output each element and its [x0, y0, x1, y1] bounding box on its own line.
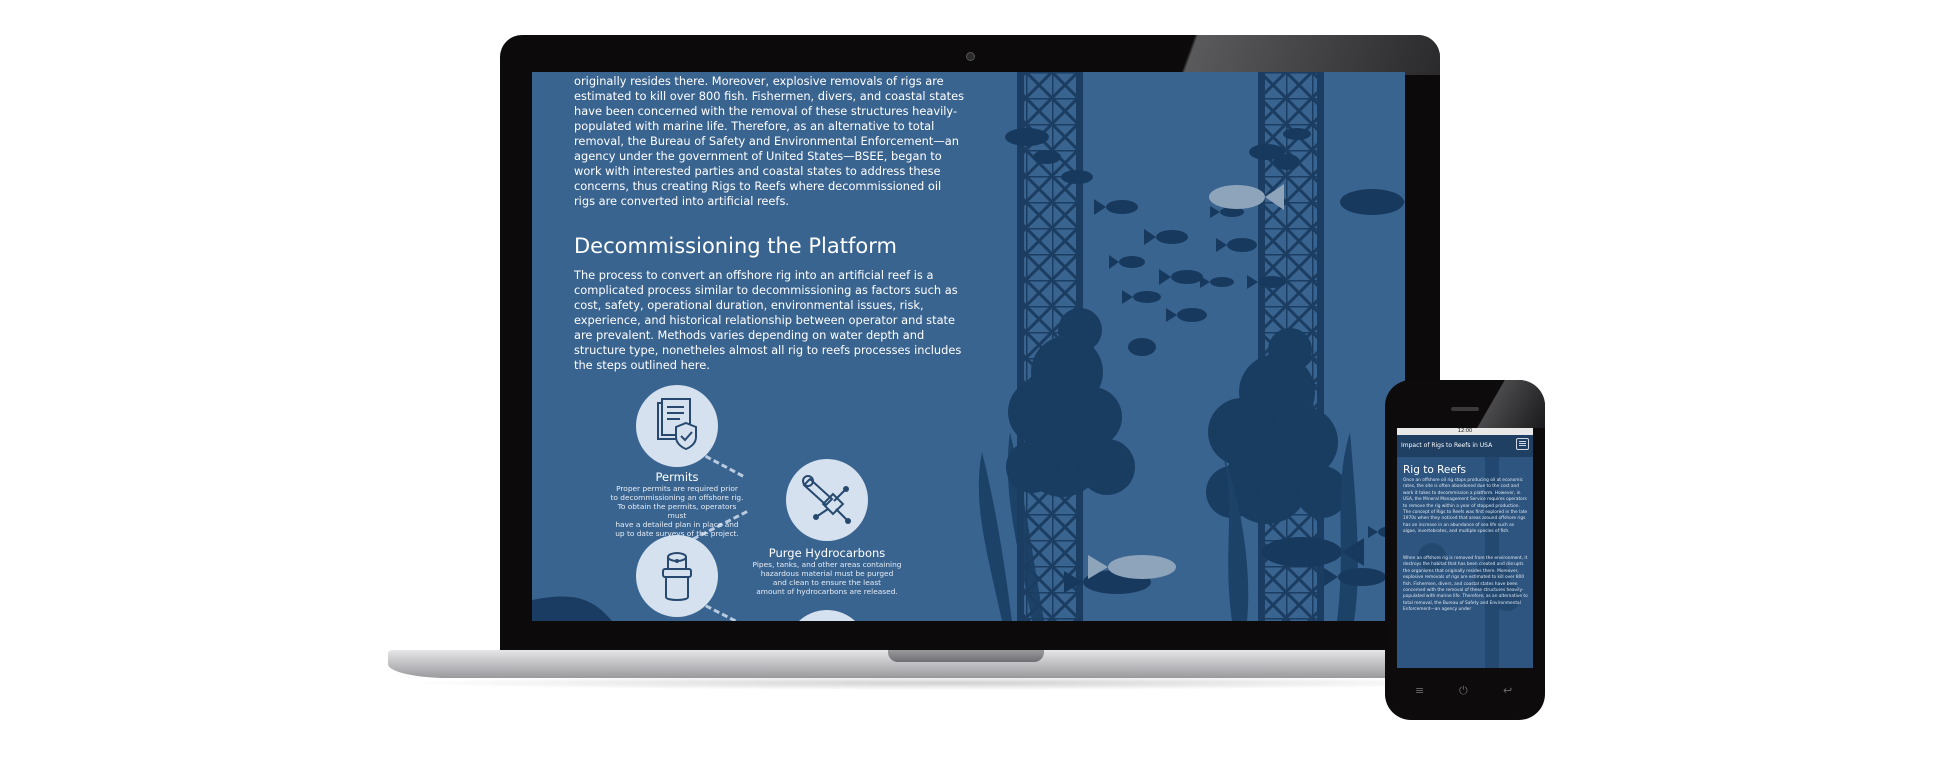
step-description-line: to decommissioning an offshore rig. [610, 493, 744, 502]
section-paragraph: The process to convert an offshore rig i… [574, 268, 962, 372]
menu-icon[interactable]: ≡ [1415, 684, 1424, 697]
pipe-wrench-icon [802, 475, 851, 524]
phone-reflection [1475, 380, 1545, 428]
step-icon-circle [786, 459, 868, 541]
step-icon-circle [636, 385, 718, 467]
phone: 12:00 Impact of Rigs to Reefs in USA Rig… [1385, 380, 1545, 720]
coral-right [1206, 328, 1348, 524]
phone-screen: 12:00 Impact of Rigs to Reefs in USA Rig… [1397, 428, 1533, 668]
laptop-notch [888, 650, 1044, 662]
step-description-line: amount of hydrocarbons are released. [756, 587, 898, 596]
step-description-line: Pipes, tanks, and other areas containing [752, 560, 902, 569]
power-icon[interactable]: ⏻ [1459, 684, 1468, 698]
hamburger-menu-icon[interactable] [1516, 438, 1529, 450]
phone-paragraph: When an offshore rig is removed from the… [1403, 556, 1528, 613]
step-description-line: To obtain the permits, operators must [617, 502, 737, 520]
seaweed-left [978, 452, 1012, 621]
laptop-shadow [400, 676, 1500, 690]
webcam [966, 52, 975, 61]
phone-heading: Rig to Reefs [1403, 464, 1467, 476]
intro-paragraph: originally resides there. Moreover, expl… [574, 74, 965, 208]
step-title: Purge Hydrocarbons [768, 546, 886, 560]
back-icon[interactable]: ↩ [1503, 684, 1512, 697]
phone-paragraph: Once an offshore oil rig stops producing… [1403, 478, 1528, 535]
lid-reflection [1130, 35, 1440, 75]
phone-speaker [1451, 407, 1479, 411]
step-icon-circle [636, 535, 718, 617]
step-description: Pipes, tanks, and other areas containing… [752, 560, 902, 596]
site-title[interactable]: Impact of Rigs to Reefs in USA [1401, 442, 1492, 449]
step-description-line: and clean to ensure the least [772, 578, 882, 587]
step-description: Proper permits are required prior to dec… [610, 484, 744, 538]
status-bar-time: 12:00 [1397, 428, 1533, 435]
step-title: Permits [655, 470, 699, 484]
seafloor-rock [532, 596, 612, 621]
step-description-line: have a detailed plan in place and [615, 520, 739, 529]
document-shield-icon [657, 398, 697, 451]
cylinder-plug-icon [662, 552, 692, 601]
step-description-line: Proper permits are required prior [616, 484, 738, 493]
section-heading: Decommissioning the Platform [574, 234, 897, 258]
step-description-line: hazardous material must be purged [760, 569, 894, 578]
laptop-screen: originally resides there. Moreover, expl… [532, 72, 1405, 621]
